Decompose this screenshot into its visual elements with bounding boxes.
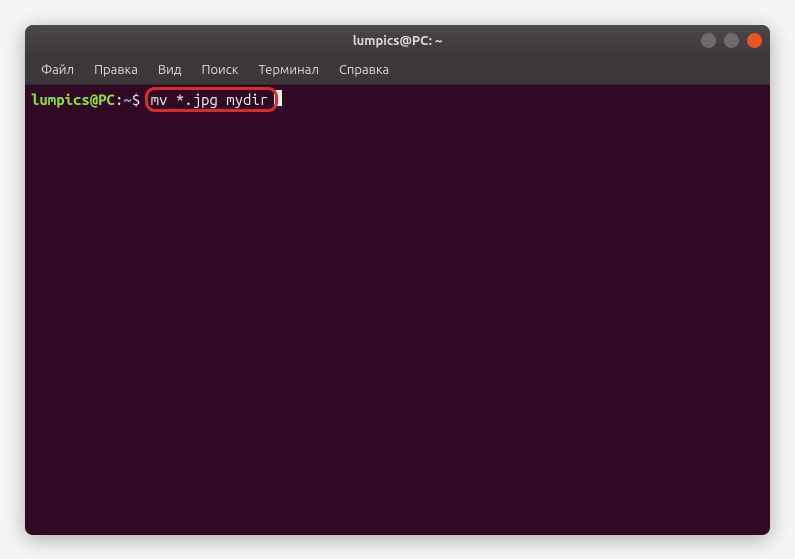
cursor-icon: [274, 90, 282, 106]
menu-view[interactable]: Вид: [150, 59, 190, 81]
terminal-window: lumpics@PC: ~ Файл Правка Вид Поиск Терм…: [25, 25, 770, 535]
titlebar[interactable]: lumpics@PC: ~: [25, 25, 770, 57]
window-title: lumpics@PC: ~: [353, 34, 443, 48]
minimize-button[interactable]: [701, 33, 716, 48]
prompt-colon: :: [115, 90, 123, 110]
menu-search[interactable]: Поиск: [193, 59, 246, 81]
menu-edit[interactable]: Правка: [86, 59, 146, 81]
terminal-body[interactable]: lumpics@PC:~$ mv *.jpg mydir: [25, 85, 770, 535]
prompt-dollar: $: [132, 90, 140, 110]
prompt-path: ~: [123, 90, 131, 110]
menu-terminal[interactable]: Терминал: [250, 59, 326, 81]
prompt-line: lumpics@PC:~$ mv *.jpg mydir: [31, 89, 764, 110]
menubar: Файл Правка Вид Поиск Терминал Справка: [25, 57, 770, 85]
command-highlight-wrap: mv *.jpg mydir: [149, 90, 275, 110]
menu-help[interactable]: Справка: [331, 59, 397, 81]
menu-file[interactable]: Файл: [33, 59, 82, 81]
prompt-user: lumpics@PC: [31, 90, 115, 110]
window-controls: [701, 33, 762, 48]
command-text: mv *.jpg mydir: [151, 91, 269, 108]
close-button[interactable]: [747, 33, 762, 48]
maximize-button[interactable]: [724, 33, 739, 48]
